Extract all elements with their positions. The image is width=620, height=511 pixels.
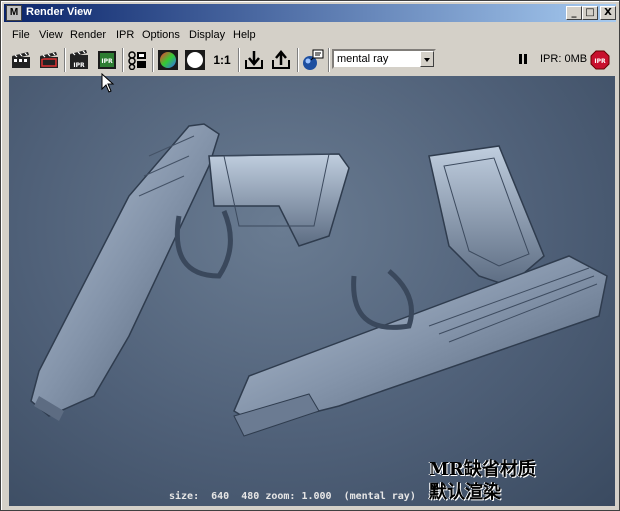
toolbar-separator: [152, 48, 154, 72]
snapshot-icon[interactable]: [126, 49, 148, 71]
menu-file[interactable]: File: [12, 29, 30, 41]
redo-render-icon[interactable]: [10, 49, 32, 71]
ipr-refresh-text: IPR: [101, 58, 113, 65]
renderer-value: mental ray: [337, 53, 389, 65]
ipr-render-icon[interactable]: IPR: [68, 49, 90, 71]
overlay-caption: MR缺省材质 默认渲染: [429, 458, 536, 504]
ipr-memory-status: IPR: 0MB: [540, 53, 588, 65]
mouse-cursor-icon: [101, 72, 115, 96]
menu-bar: File View Render IPR Options Display Hel…: [4, 27, 616, 45]
maximize-button[interactable]: □: [582, 6, 598, 20]
window-title: Render View: [26, 6, 92, 18]
render-view-window: M Render View _ □ X File View Render IPR…: [0, 0, 620, 511]
render-region-icon[interactable]: [38, 49, 60, 71]
renderer-dropdown[interactable]: mental ray: [332, 49, 436, 69]
caption-line-2: 默认渲染: [429, 482, 501, 503]
minimize-button[interactable]: _: [566, 6, 582, 20]
menu-view[interactable]: View: [39, 29, 63, 41]
chevron-down-icon[interactable]: [420, 51, 434, 67]
menu-help[interactable]: Help: [233, 29, 256, 41]
maya-app-icon: M: [6, 5, 22, 21]
render-info-status: size: 640 480 zoom: 1.000 (mental ray): [169, 491, 416, 502]
toolbar-separator: [238, 48, 240, 72]
title-bar[interactable]: M Render View _ □ X: [4, 4, 616, 22]
toolbar-separator: [64, 48, 66, 72]
menu-render[interactable]: Render: [70, 29, 106, 41]
rgb-channels-icon[interactable]: [157, 49, 179, 71]
toolbar-separator: [122, 48, 124, 72]
display-render-globals-icon[interactable]: [302, 49, 324, 71]
toolbar-separator: [297, 48, 299, 72]
toolbar-separator: [328, 48, 330, 72]
menu-ipr[interactable]: IPR: [116, 29, 134, 41]
rendered-image: [30, 123, 608, 437]
keep-image-icon[interactable]: [243, 49, 265, 71]
remove-image-icon[interactable]: [270, 49, 292, 71]
ipr-stop-text: IPR: [594, 58, 606, 65]
real-size-button[interactable]: 1:1: [211, 49, 233, 71]
ipr-icon-text: IPR: [73, 62, 85, 69]
close-button[interactable]: X: [600, 6, 616, 20]
stop-render-icon[interactable]: IPR: [590, 50, 610, 73]
render-toolbar: IPR IPR 1:1 mental ray IPR: 0MB IPR: [4, 46, 616, 74]
ipr-refresh-icon[interactable]: IPR: [96, 49, 118, 71]
menu-options[interactable]: Options: [142, 29, 180, 41]
render-viewport[interactable]: size: 640 480 zoom: 1.000 (mental ray) M…: [9, 76, 615, 506]
pause-icon[interactable]: [519, 54, 527, 64]
menu-display[interactable]: Display: [189, 29, 225, 41]
alpha-channel-icon[interactable]: [184, 49, 206, 71]
caption-line-1: MR缺省材质: [429, 459, 536, 480]
